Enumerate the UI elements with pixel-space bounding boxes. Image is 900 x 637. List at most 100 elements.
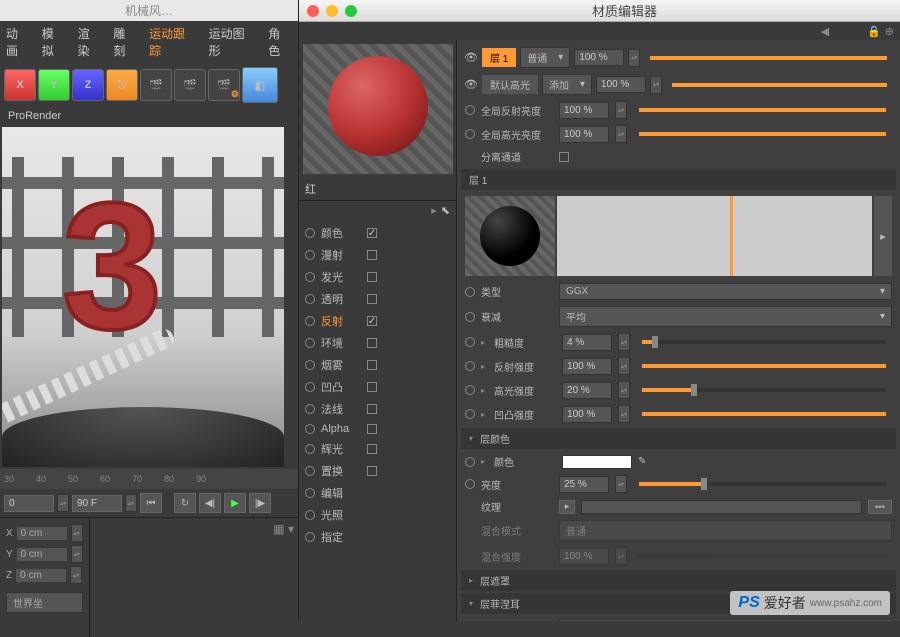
spinner[interactable]: ▴▾ [618, 357, 630, 375]
coord-spinner[interactable]: ▴▾ [71, 545, 83, 563]
material-preview-large[interactable] [303, 44, 453, 174]
menu-simulate[interactable]: 模拟 [42, 25, 66, 59]
menu-mograph[interactable]: 运动图形 [209, 25, 257, 59]
channel-发光[interactable]: 发光 [299, 266, 456, 288]
channel-Alpha[interactable]: Alpha [299, 420, 456, 438]
step-back-button[interactable]: ◀| [199, 493, 221, 513]
loop-button[interactable]: ↻ [174, 493, 196, 513]
radio[interactable] [465, 479, 475, 489]
spinner[interactable]: ▴▾ [618, 405, 630, 423]
spinner[interactable]: ▴▾ [618, 333, 630, 351]
channel-checkbox[interactable]: ✓ [367, 316, 377, 326]
default-hl-slider[interactable] [672, 83, 887, 87]
default-hl-opacity-input[interactable] [596, 76, 646, 93]
layer1-opacity-input[interactable] [574, 49, 624, 66]
layer-mask-section[interactable]: ▸层遮罩 [461, 570, 896, 591]
channel-radio[interactable] [305, 294, 315, 304]
frame-spinner[interactable]: ▴▾ [57, 494, 69, 512]
spec-input[interactable] [562, 382, 612, 399]
radio[interactable] [465, 457, 475, 467]
coord-spinner[interactable]: ▴▾ [70, 566, 82, 584]
nav-back-icon[interactable]: ◀ [821, 25, 829, 38]
channel-radio[interactable] [305, 444, 315, 454]
prorender-label[interactable]: ProRender [0, 107, 298, 125]
refl-slider[interactable] [642, 364, 886, 368]
coord-spinner[interactable]: ▴▾ [71, 524, 83, 542]
preview-nav-button[interactable]: ▸ [874, 196, 892, 276]
rough-input[interactable] [562, 334, 612, 351]
radio[interactable] [465, 409, 475, 419]
channel-checkbox[interactable] [367, 250, 377, 260]
channel-编辑[interactable]: 编辑 [299, 482, 456, 504]
channel-checkbox[interactable] [367, 272, 377, 282]
menu-motion-track[interactable]: 运动跟踪 [149, 25, 197, 59]
channel-环境[interactable]: 环境 [299, 332, 456, 354]
global-reflect-slider[interactable] [639, 108, 886, 112]
minimize-button[interactable] [326, 5, 338, 17]
axis-y-button[interactable]: Y [38, 69, 70, 101]
take-button-1[interactable]: 🎬 [140, 69, 172, 101]
channel-checkbox[interactable] [367, 338, 377, 348]
channel-凹凸[interactable]: 凹凸 [299, 376, 456, 398]
channel-checkbox[interactable] [367, 444, 377, 454]
channel-checkbox[interactable] [367, 382, 377, 392]
coord-z-value[interactable]: 0 cm [16, 569, 66, 582]
opacity-spinner[interactable]: ▴▾ [650, 76, 662, 94]
default-hl-tab[interactable]: 默认高光 [482, 75, 538, 94]
radio[interactable] [465, 287, 475, 297]
global-spec-input[interactable] [559, 126, 609, 143]
global-reflect-input[interactable] [559, 102, 609, 119]
spinner[interactable]: ▴▾ [618, 381, 630, 399]
menu-animation[interactable]: 动画 [6, 25, 30, 59]
maximize-button[interactable] [345, 5, 357, 17]
rough-slider[interactable] [642, 340, 886, 344]
channel-漫射[interactable]: 漫射 [299, 244, 456, 266]
channel-radio[interactable] [305, 424, 315, 434]
opacity-spinner[interactable]: ▴▾ [628, 49, 640, 67]
axis-z-button[interactable]: Z [72, 69, 104, 101]
play-button[interactable]: ▶ [224, 493, 246, 513]
spec-slider[interactable] [642, 388, 886, 392]
channel-radio[interactable] [305, 360, 315, 370]
channel-checkbox[interactable] [367, 466, 377, 476]
channel-radio[interactable] [305, 272, 315, 282]
channel-烟雾[interactable]: 烟雾 [299, 354, 456, 376]
channel-radio[interactable] [305, 338, 315, 348]
channel-radio[interactable] [305, 488, 315, 498]
axis-x-button[interactable]: X [4, 69, 36, 101]
channel-radio[interactable] [305, 532, 315, 542]
cursor-icon[interactable]: ⬉ [441, 204, 450, 217]
spinner[interactable]: ▴▾ [615, 101, 627, 119]
radio[interactable] [465, 312, 475, 322]
coord-y-value[interactable]: 0 cm [17, 548, 67, 561]
radio[interactable] [465, 129, 475, 139]
channel-checkbox[interactable] [367, 360, 377, 370]
bump-slider[interactable] [642, 412, 886, 416]
close-button[interactable] [307, 5, 319, 17]
layer-gradient-preview[interactable] [557, 196, 872, 276]
menu-character[interactable]: 角色 [268, 25, 292, 59]
radio[interactable] [465, 105, 475, 115]
frame-spinner-2[interactable]: ▴▾ [125, 494, 137, 512]
primitive-cube-button[interactable]: ◧ [242, 67, 278, 103]
channel-颜色[interactable]: 颜色✓ [299, 222, 456, 244]
channel-指定[interactable]: 指定 [299, 526, 456, 548]
channel-光照[interactable]: 光照 [299, 504, 456, 526]
bright-slider[interactable] [639, 482, 886, 486]
coord-x-value[interactable]: 0 cm [17, 527, 67, 540]
material-titlebar[interactable]: 材质编辑器 [299, 0, 900, 22]
channel-radio[interactable] [305, 510, 315, 520]
bright-input[interactable] [559, 476, 609, 493]
channel-辉光[interactable]: 辉光 [299, 438, 456, 460]
world-coord-dropdown[interactable]: 世界坐 [6, 592, 83, 613]
refl-input[interactable] [562, 358, 612, 375]
menu-sculpt[interactable]: 雕刻 [113, 25, 137, 59]
global-spec-slider[interactable] [639, 132, 886, 136]
blend-mode-1-dropdown[interactable]: 普通▾ [520, 47, 570, 68]
channel-checkbox[interactable] [367, 404, 377, 414]
pin-icon[interactable]: ⊕ [885, 25, 894, 38]
channel-radio[interactable] [305, 382, 315, 392]
blend-mode-2-dropdown[interactable]: 添加▾ [542, 74, 592, 95]
radio[interactable] [465, 385, 475, 395]
separate-checkbox[interactable] [559, 152, 569, 162]
